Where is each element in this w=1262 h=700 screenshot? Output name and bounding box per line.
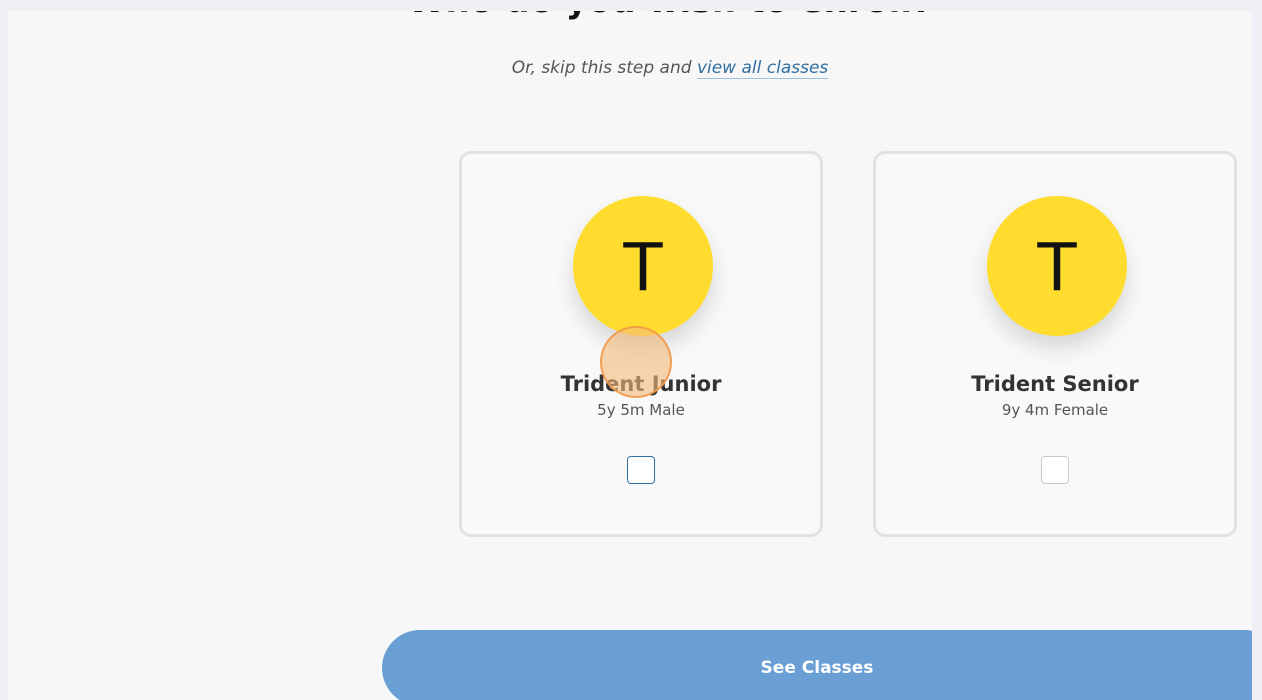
page-heading: Who do you wish to enroll? <box>8 11 1252 21</box>
avatar: T <box>573 196 713 336</box>
student-name: Trident Senior <box>971 372 1139 396</box>
skip-prefix: Or, skip this step and <box>511 58 697 78</box>
avatar: T <box>987 196 1127 336</box>
student-details: 9y 4m Female <box>1001 401 1109 419</box>
skip-step-text: Or, skip this step and view all classes <box>8 58 1252 79</box>
student-card-trident-junior[interactable]: T Trident Junior 5y 5m Male <box>459 151 823 537</box>
see-classes-button[interactable]: See Classes <box>382 630 1252 700</box>
select-student-checkbox[interactable] <box>627 456 655 484</box>
select-student-checkbox[interactable] <box>1041 456 1069 484</box>
student-details: 5y 5m Male <box>597 401 685 419</box>
main-viewport: Who do you wish to enroll? Or, skip this… <box>8 11 1252 700</box>
student-name: Trident Junior <box>560 372 722 396</box>
view-all-classes-link[interactable]: view all classes <box>696 58 829 79</box>
student-card-trident-senior[interactable]: T Trident Senior 9y 4m Female <box>873 151 1237 537</box>
